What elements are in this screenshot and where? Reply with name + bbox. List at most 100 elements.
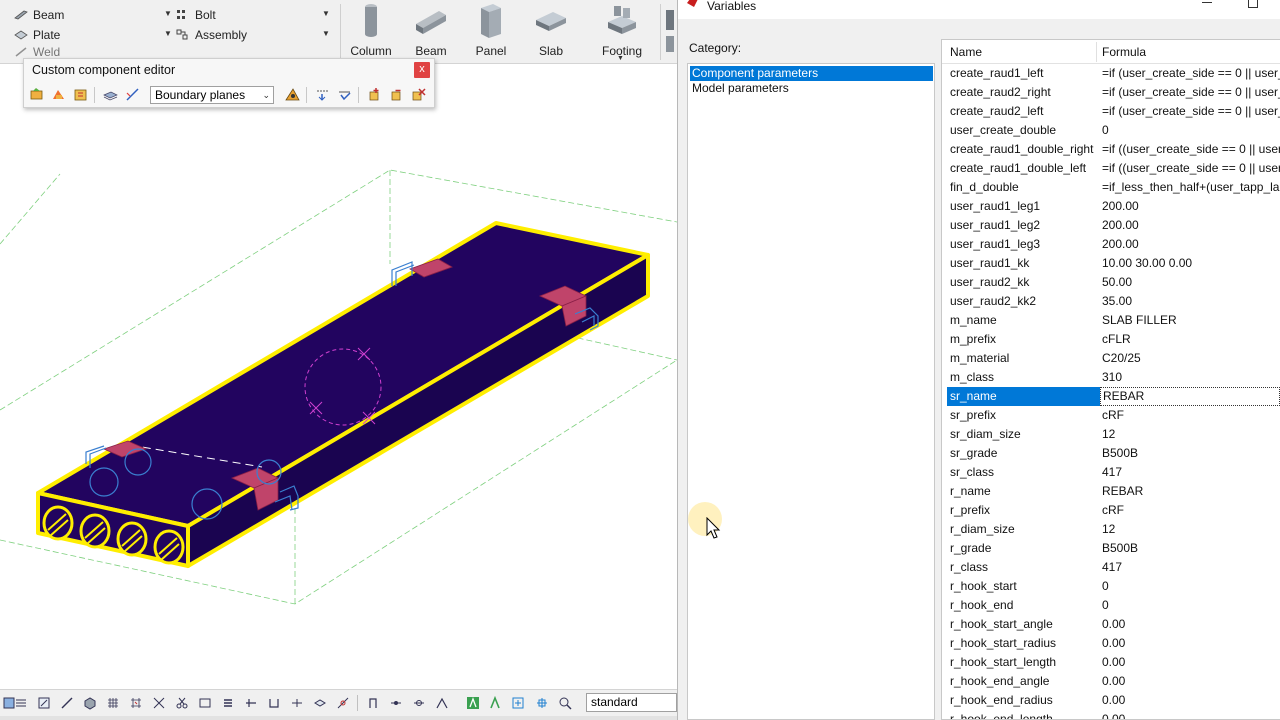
- table-row[interactable]: m_class 310: [942, 368, 1280, 387]
- variable-name-cell[interactable]: user_create_double: [950, 121, 1098, 140]
- variable-formula-cell[interactable]: 0.00: [1102, 615, 1280, 634]
- select-grid-icon[interactable]: [104, 694, 122, 712]
- table-row[interactable]: sr_name REBAR: [942, 387, 1280, 406]
- snap-grid-icon[interactable]: [509, 694, 527, 712]
- variable-formula-cell[interactable]: cRF: [1102, 501, 1280, 520]
- table-row[interactable]: create_raud1_double_left =if ((user_creat…: [942, 159, 1280, 178]
- close-component-icon[interactable]: [50, 86, 67, 103]
- snap-end-icon[interactable]: [265, 694, 283, 712]
- delete-object-icon[interactable]: [410, 86, 427, 103]
- variable-name-cell[interactable]: create_raud2_right: [950, 83, 1098, 102]
- variable-name-cell[interactable]: sr_name: [947, 387, 1100, 406]
- snap-any-icon[interactable]: [464, 694, 482, 712]
- variable-name-cell[interactable]: sr_grade: [950, 444, 1098, 463]
- variable-name-cell[interactable]: user_raud1_leg1: [950, 197, 1098, 216]
- ribbon-panel-button[interactable]: Panel: [462, 0, 520, 62]
- variable-formula-cell[interactable]: 200.00: [1102, 235, 1280, 254]
- ribbon-weld-button[interactable]: Weld: [14, 46, 60, 58]
- table-row[interactable]: r_hook_end_angle 0.00: [942, 672, 1280, 691]
- variable-name-cell[interactable]: user_raud2_kk: [950, 273, 1098, 292]
- variable-formula-cell[interactable]: =if_less_then_half+(user_tapp_laiu: [1102, 178, 1280, 197]
- variable-formula-cell[interactable]: 50.00: [1102, 273, 1280, 292]
- snap-line-icon[interactable]: [334, 694, 352, 712]
- variable-name-cell[interactable]: sr_diam_size: [950, 425, 1098, 444]
- ribbon-assembly-button[interactable]: Assembly: [176, 26, 247, 44]
- select-gridline-icon[interactable]: [127, 694, 145, 712]
- plane-layers-icon[interactable]: [102, 86, 119, 103]
- variable-name-cell[interactable]: sr_class: [950, 463, 1098, 482]
- variable-name-cell[interactable]: r_hook_end: [950, 596, 1098, 615]
- table-row[interactable]: r_hook_end 0: [942, 596, 1280, 615]
- variable-name-cell[interactable]: create_raud2_left: [950, 102, 1098, 121]
- chevron-down-icon[interactable]: ▼: [322, 29, 330, 38]
- table-row[interactable]: r_grade B500B: [942, 539, 1280, 558]
- select-view-icon[interactable]: [196, 694, 214, 712]
- variable-name-cell[interactable]: user_raud1_kk: [950, 254, 1098, 273]
- chevron-down-icon[interactable]: ▼: [164, 29, 172, 38]
- variable-name-cell[interactable]: r_prefix: [950, 501, 1098, 520]
- ribbon-beam-button[interactable]: Beam: [14, 6, 64, 24]
- select-weld-icon[interactable]: [150, 694, 168, 712]
- component-variables-icon[interactable]: [72, 86, 89, 103]
- select-surface-icon[interactable]: [35, 694, 53, 712]
- variable-formula-cell[interactable]: 200.00: [1102, 216, 1280, 235]
- variable-formula-cell[interactable]: 35.00: [1102, 292, 1280, 311]
- variable-formula-cell[interactable]: cRF: [1102, 406, 1280, 425]
- variable-formula-cell[interactable]: 0.00: [1102, 691, 1280, 710]
- variable-formula-cell[interactable]: 310: [1102, 368, 1280, 387]
- variable-name-cell[interactable]: user_raud1_leg2: [950, 216, 1098, 235]
- model-viewport[interactable]: [0, 64, 677, 689]
- table-row[interactable]: r_class 417: [942, 558, 1280, 577]
- variable-formula-cell[interactable]: 417: [1102, 463, 1280, 482]
- custom-component-editor-toolbar[interactable]: Custom component editor x Boundary plane…: [23, 58, 435, 108]
- variable-formula-cell[interactable]: 10.00 30.00 0.00: [1102, 254, 1280, 273]
- table-row[interactable]: sr_prefix cRF: [942, 406, 1280, 425]
- ribbon-plate-button[interactable]: Plate: [14, 26, 60, 44]
- variable-name-cell[interactable]: r_hook_end_radius: [950, 691, 1098, 710]
- select-object-icon[interactable]: [81, 694, 99, 712]
- variable-formula-cell[interactable]: SLAB FILLER: [1102, 311, 1280, 330]
- table-row[interactable]: r_hook_end_length 0.00: [942, 710, 1280, 719]
- table-row[interactable]: user_create_double 0: [942, 121, 1280, 140]
- table-row[interactable]: create_raud2_left =if (user_create_side =…: [942, 102, 1280, 121]
- variable-formula-cell[interactable]: =if ((user_create_side == 0 || user_: [1102, 159, 1280, 178]
- category-list[interactable]: Component parameters Model parameters: [687, 63, 935, 720]
- snap-arc-icon[interactable]: [433, 694, 451, 712]
- table-row[interactable]: create_raud1_double_right =if ((user_crea…: [942, 140, 1280, 159]
- snap-ref-icon[interactable]: [364, 694, 382, 712]
- variable-name-cell[interactable]: r_hook_start_length: [950, 653, 1098, 672]
- select-cut-icon[interactable]: [173, 694, 191, 712]
- phase-filter-input[interactable]: standard: [586, 693, 677, 712]
- variable-formula-cell[interactable]: cFLR: [1102, 330, 1280, 349]
- variable-name-cell[interactable]: r_hook_end_angle: [950, 672, 1098, 691]
- snap-plane-icon[interactable]: [311, 694, 329, 712]
- table-row[interactable]: user_raud2_kk 50.00: [942, 273, 1280, 292]
- table-row[interactable]: r_hook_start_radius 0.00: [942, 634, 1280, 653]
- column-divider[interactable]: [1096, 42, 1097, 62]
- zoom-icon[interactable]: [556, 694, 574, 712]
- chevron-down-icon[interactable]: ▼: [617, 55, 624, 62]
- chevron-down-icon[interactable]: ▼: [164, 9, 172, 18]
- table-row[interactable]: m_material C20/25: [942, 349, 1280, 368]
- table-row[interactable]: r_diam_size 12: [942, 520, 1280, 539]
- bind-to-plane-icon[interactable]: [336, 86, 353, 103]
- bind-icon[interactable]: [314, 86, 331, 103]
- category-item-model-parameters[interactable]: Model parameters: [690, 81, 933, 96]
- table-row[interactable]: create_raud1_left =if (user_create_side =…: [942, 64, 1280, 83]
- ribbon-bolt-button[interactable]: Bolt: [176, 6, 216, 24]
- variable-formula-cell[interactable]: =if (user_create_side == 0 || user_c: [1102, 64, 1280, 83]
- slab-top-face[interactable]: [36, 221, 650, 528]
- table-row[interactable]: r_hook_start_angle 0.00: [942, 615, 1280, 634]
- snap-angle-icon[interactable]: [486, 694, 504, 712]
- plane-type-select[interactable]: Boundary planes ⌄: [150, 86, 274, 104]
- table-row[interactable]: r_hook_end_radius 0.00: [942, 691, 1280, 710]
- variable-formula-cell[interactable]: B500B: [1102, 444, 1280, 463]
- variable-formula-cell[interactable]: B500B: [1102, 539, 1280, 558]
- variable-name-cell[interactable]: user_raud1_leg3: [950, 235, 1098, 254]
- snap-geometry-icon[interactable]: [387, 694, 405, 712]
- variable-formula-cell[interactable]: =if (user_create_side == 0 || user_c: [1102, 102, 1280, 121]
- variable-formula-cell[interactable]: 0: [1102, 121, 1280, 140]
- variable-name-cell[interactable]: create_raud1_double_right: [950, 140, 1098, 159]
- variable-name-cell[interactable]: r_hook_start: [950, 577, 1098, 596]
- table-row[interactable]: user_raud2_kk2 35.00: [942, 292, 1280, 311]
